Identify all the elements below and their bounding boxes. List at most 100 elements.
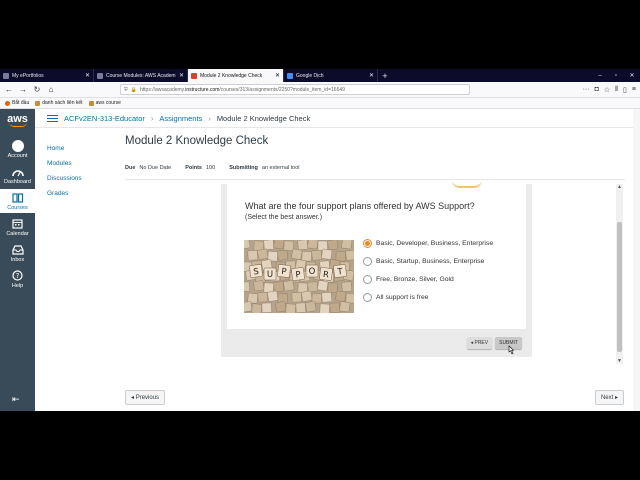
- folder-icon: [35, 100, 41, 106]
- answer-label: All support is free: [376, 293, 429, 301]
- course-nav-modules[interactable]: Modules: [47, 160, 107, 167]
- support-tiles-image: SUPPORT: [244, 240, 354, 313]
- letter-tile: [251, 303, 263, 313]
- reload-icon[interactable]: ↻: [32, 85, 42, 94]
- close-window-button[interactable]: ✕: [624, 69, 640, 82]
- scroll-thumb[interactable]: [617, 222, 622, 352]
- url-bar[interactable]: ⛨ 🔒 https://awsacademy.instructure.com/c…: [120, 84, 470, 95]
- tab-google-dich[interactable]: Google Dịch ✕: [284, 69, 378, 82]
- answer-option[interactable]: Basic, Developer, Business, Enterprise: [363, 238, 493, 248]
- letter-tile: [329, 302, 340, 313]
- forward-icon[interactable]: →: [18, 85, 28, 94]
- tab-title: Google Dịch: [296, 72, 324, 79]
- shield-icon: ⛨: [124, 86, 128, 93]
- tab-knowledge-check[interactable]: Module 2 Knowledge Check ✕: [188, 69, 284, 82]
- points-info: Points 100: [185, 165, 216, 171]
- global-nav-calendar[interactable]: Calendar: [0, 215, 35, 239]
- decorative-arc: [452, 180, 482, 188]
- more-icon[interactable]: ···: [583, 86, 590, 94]
- global-nav-inbox[interactable]: Inbox: [0, 241, 35, 265]
- menu-icon[interactable]: ≡: [632, 86, 636, 94]
- assignment-details: Due No Due Date Points 100 Submitting an ex…: [125, 165, 625, 180]
- global-nav-help[interactable]: ? Help: [0, 267, 35, 291]
- page-scrollbar[interactable]: [633, 109, 640, 411]
- collapse-nav-icon[interactable]: ⇤: [12, 394, 20, 405]
- course-navigation: Home Modules Discussions Grades: [47, 145, 107, 197]
- scroll-down-icon[interactable]: ▼: [617, 358, 622, 364]
- breadcrumb-course[interactable]: ACFv2EN-313-Educator: [64, 114, 145, 123]
- previous-button[interactable]: ◂ Previous: [125, 390, 166, 405]
- word-tile-letter: S: [253, 267, 259, 278]
- close-tab-icon[interactable]: ✕: [179, 72, 184, 79]
- prev-button[interactable]: ◂ PREV: [466, 337, 493, 349]
- letter-tile: [297, 240, 309, 251]
- letter-tile: [244, 240, 251, 250]
- letter-tile: [327, 282, 338, 293]
- answer-option[interactable]: Free, Bronze, Silver, Gold: [363, 274, 493, 284]
- bookmark-getting-started[interactable]: Bắt đầu: [5, 100, 29, 106]
- tab-bar: My ePortfolios ✕ Course Modules: AWS Aca…: [0, 69, 640, 82]
- tab-course-modules[interactable]: Course Modules: AWS Academ ✕: [94, 69, 188, 82]
- global-nav-label: Dashboard: [4, 179, 31, 185]
- answer-option[interactable]: Basic, Startup, Business, Enterprise: [363, 256, 493, 266]
- page-header: ACFv2EN-313-Educator › Assignments › Mod…: [35, 109, 640, 128]
- letter-tile: [327, 240, 339, 251]
- tab-eportfolios[interactable]: My ePortfolios ✕: [0, 69, 94, 82]
- radio-unselected[interactable]: [363, 274, 372, 284]
- letter-tile: [307, 240, 319, 250]
- word-tile-letter: P: [295, 270, 301, 280]
- hamburger-menu-icon[interactable]: [47, 114, 58, 122]
- letter-tile: [277, 250, 288, 261]
- calendar-icon: [11, 217, 24, 230]
- word-tile-letter: P: [281, 267, 287, 277]
- bookmark-star-icon[interactable]: ☆: [604, 86, 610, 94]
- window-controls: – ▫ ✕: [592, 69, 640, 82]
- home-icon[interactable]: ⌂: [46, 85, 56, 94]
- breadcrumb-current: Module 2 Knowledge Check: [216, 113, 311, 123]
- close-tab-icon[interactable]: ✕: [369, 72, 374, 79]
- navigation-bar: ← → ↻ ⌂ ⛨ 🔒 https://awsacademy.instructu…: [0, 82, 640, 98]
- bookmark-folder-aws[interactable]: aws course: [88, 100, 121, 106]
- new-tab-button[interactable]: +: [378, 69, 392, 82]
- global-nav-courses[interactable]: Courses: [0, 189, 35, 213]
- breadcrumb-assignments[interactable]: Assignments: [159, 114, 202, 123]
- letter-tile: [285, 303, 296, 313]
- letter-tile: [301, 290, 313, 302]
- global-nav-dashboard[interactable]: Dashboard: [0, 163, 35, 187]
- radio-selected[interactable]: [363, 238, 372, 248]
- lock-icon: 🔒: [130, 86, 137, 93]
- letter-tile: [301, 251, 312, 262]
- global-navigation: aws Account Dashboard Courses Calendar I…: [0, 109, 35, 411]
- courses-icon: [11, 191, 24, 204]
- letter-tile: [273, 281, 284, 292]
- letter-tile: [345, 249, 354, 261]
- letter-tile: [263, 240, 274, 250]
- close-tab-icon[interactable]: ✕: [275, 72, 280, 79]
- next-button[interactable]: Next ▸: [594, 390, 624, 405]
- minimize-button[interactable]: –: [592, 69, 608, 82]
- course-nav-home[interactable]: Home: [47, 145, 107, 152]
- letter-tile: [335, 290, 347, 302]
- letter-tile: [319, 303, 330, 313]
- breadcrumb-separator: ›: [208, 113, 211, 123]
- bookmark-label: aws course: [95, 100, 121, 106]
- answer-option[interactable]: All support is free: [363, 292, 493, 302]
- aws-logo[interactable]: aws: [3, 113, 32, 133]
- close-tab-icon[interactable]: ✕: [85, 72, 90, 79]
- bookmark-folder-links[interactable]: danh sách liên kết: [35, 100, 83, 106]
- global-nav-account[interactable]: Account: [0, 137, 35, 161]
- bookmark-label: danh sách liên kết: [42, 100, 83, 106]
- back-icon[interactable]: ←: [4, 85, 14, 94]
- pocket-icon[interactable]: ◘: [595, 86, 599, 94]
- sidebar-icon[interactable]: ▯: [623, 86, 627, 94]
- answer-label: Basic, Startup, Business, Enterprise: [376, 257, 485, 265]
- library-icon[interactable]: ⫴: [615, 86, 618, 94]
- radio-unselected[interactable]: [363, 256, 372, 266]
- scroll-up-icon[interactable]: ▲: [617, 184, 622, 190]
- radio-unselected[interactable]: [363, 292, 372, 302]
- maximize-button[interactable]: ▫: [608, 69, 624, 82]
- course-nav-discussions[interactable]: Discussions: [47, 175, 107, 182]
- frame-scrollbar[interactable]: ▲ ▼: [616, 184, 623, 364]
- course-nav-grades[interactable]: Grades: [47, 190, 107, 197]
- letter-tile: [291, 248, 303, 260]
